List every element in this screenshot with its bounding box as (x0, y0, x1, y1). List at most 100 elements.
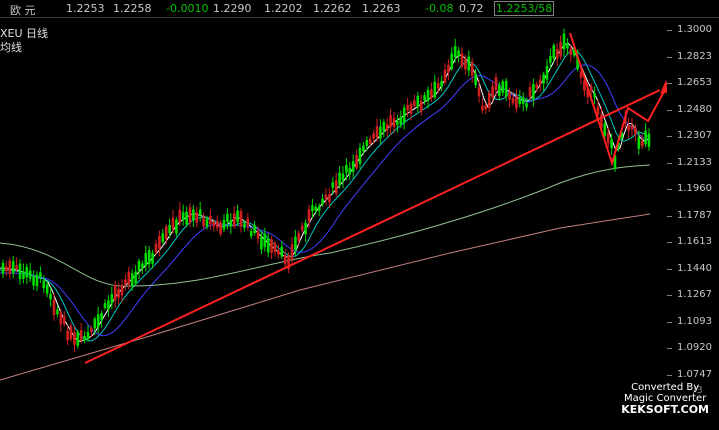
candle-body (266, 238, 270, 253)
quote-open: 1.2253 (66, 2, 105, 15)
candle-body (86, 332, 90, 339)
quote-change-pct: -0.08 (425, 2, 454, 15)
quote-value-5: 1.2202 (264, 2, 303, 15)
candle-body (66, 330, 69, 341)
candle-body (545, 65, 549, 80)
candle-body (18, 263, 22, 280)
candle-body (362, 145, 365, 152)
candle-body (144, 253, 148, 266)
candle-body (205, 219, 209, 228)
candle-body (426, 89, 430, 101)
candle-body (555, 48, 559, 59)
candle-body (256, 231, 260, 239)
candle-body (606, 132, 610, 144)
candle-body (566, 43, 569, 49)
candle-body (355, 155, 358, 169)
candle-body (317, 206, 321, 211)
candle-body (518, 97, 522, 104)
candle-body (569, 48, 573, 55)
price-tick (667, 348, 672, 349)
candle-body (28, 270, 32, 279)
candle-body (161, 233, 165, 243)
ma-mid-line (0, 64, 649, 337)
candle-body (477, 87, 481, 97)
candle-body (596, 106, 600, 115)
candle-body (402, 107, 406, 123)
candle-body (195, 212, 199, 223)
ma-long-line (0, 164, 651, 287)
candle-body (151, 252, 154, 264)
candle-body (528, 87, 532, 97)
arrow-icon (660, 80, 670, 94)
candle-body (103, 303, 107, 308)
candle-body (338, 172, 341, 185)
price-label: 1.1093 (677, 315, 712, 327)
candle-body (8, 260, 12, 274)
candle-body (178, 209, 182, 223)
price-label: 1.1613 (677, 236, 712, 247)
price-tick (667, 242, 672, 243)
candle-body (307, 209, 311, 222)
candle-body (627, 125, 630, 131)
candle-body (314, 206, 318, 211)
price-tick (667, 215, 672, 217)
candle-body (110, 294, 114, 304)
candle-body (409, 103, 413, 114)
candle-body (222, 219, 226, 230)
candle-body (644, 130, 647, 145)
candle-body (345, 165, 348, 173)
candle-body (647, 133, 651, 147)
candle-body (443, 69, 447, 83)
candle-body (270, 239, 273, 253)
quote-value-9: 0.72 (459, 2, 484, 15)
candle-body (168, 225, 171, 234)
candle-body (253, 225, 256, 233)
candle-body (430, 89, 433, 99)
candle-body (311, 205, 314, 212)
candle-body (198, 209, 202, 216)
candle-body (96, 314, 100, 328)
candle-body (491, 86, 494, 98)
price-label: 1.2307 (677, 130, 712, 141)
candle-body (5, 266, 8, 272)
candle-body (280, 246, 284, 257)
quote-value-7: 1.2263 (362, 2, 401, 15)
candle-body (22, 271, 25, 279)
candle-body (300, 225, 304, 231)
candle-body (521, 97, 525, 104)
candlestick-chart[interactable] (0, 18, 670, 427)
price-tick (667, 136, 672, 137)
price-axis: 1.3000 1.2823 1.2653 1.2480 1.2307 1.2133 1.19… (667, 18, 719, 427)
candle-body (630, 125, 634, 130)
candle-body (83, 336, 86, 341)
candle-body (147, 250, 151, 265)
candle-body (637, 137, 641, 149)
candle-body (290, 244, 294, 260)
candle-body (130, 273, 134, 286)
candle-body (379, 126, 382, 139)
price-tick (667, 56, 672, 58)
watermark-line1: Converted By (631, 382, 700, 393)
candle-body (324, 194, 328, 200)
candle-body (215, 220, 219, 228)
candle-body (470, 62, 474, 76)
candle-body (331, 182, 335, 188)
candle-body (389, 115, 392, 128)
candle-body (42, 280, 46, 289)
candle-body (260, 237, 263, 250)
price-tick (667, 374, 672, 376)
price-tick (667, 268, 672, 270)
candle-body (236, 210, 239, 222)
candle-body (73, 332, 76, 345)
price-label: 1.1267 (677, 289, 712, 300)
candle-body (457, 50, 460, 57)
candle-body (59, 312, 63, 325)
candle-body (45, 284, 49, 294)
quote-value-6: 1.2262 (313, 2, 352, 15)
candle-body (447, 64, 450, 73)
candle-body (610, 139, 613, 149)
candle-body (219, 222, 222, 235)
candle-body (15, 265, 18, 270)
candle-body (56, 309, 59, 315)
chart-canvas[interactable] (0, 18, 670, 427)
